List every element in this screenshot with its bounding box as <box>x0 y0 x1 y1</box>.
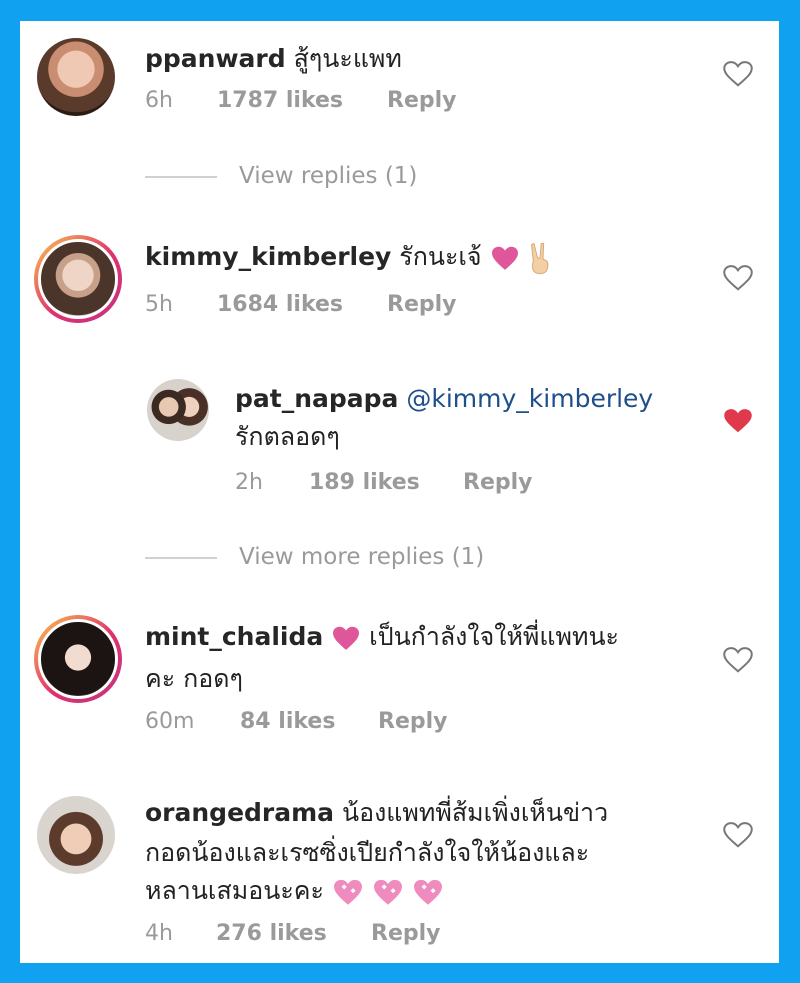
view-replies-link[interactable]: View replies (1) <box>145 163 417 189</box>
mention-link[interactable]: @kimmy_kimberley <box>406 384 653 413</box>
username[interactable]: ppanward <box>145 44 286 73</box>
likes-count[interactable]: 84 likes <box>240 709 335 734</box>
timestamp: 2h <box>235 470 263 495</box>
timestamp: 60m <box>145 709 195 734</box>
comment-text-line-3: หลานเสมอนะคะ <box>145 876 324 905</box>
avatar[interactable] <box>147 379 209 441</box>
divider-line <box>145 556 217 559</box>
avatar <box>38 619 118 699</box>
comment-text: รักตลอดๆ <box>235 422 340 451</box>
username[interactable]: kimmy_kimberley <box>145 242 391 271</box>
reply-button[interactable]: Reply <box>463 470 533 495</box>
comment-text-line-2: คะ กอดๆ <box>145 664 243 693</box>
timestamp: 4h <box>145 921 173 946</box>
likes-count[interactable]: 276 likes <box>216 921 327 946</box>
victory-hand-emoji <box>531 242 549 275</box>
avatar[interactable] <box>37 796 115 874</box>
reply-button[interactable]: Reply <box>387 292 457 317</box>
comment-text-line-1: เป็นกำลังใจให้พี่แพทนะ <box>369 622 619 651</box>
avatar <box>38 239 118 319</box>
timestamp: 6h <box>145 88 173 113</box>
heart-filled-icon[interactable] <box>723 407 753 435</box>
heart-outline-icon[interactable] <box>723 264 753 292</box>
comment-text: รักนะเจ้ <box>399 242 482 271</box>
reply-button[interactable]: Reply <box>387 88 457 113</box>
heart-outline-icon[interactable] <box>723 821 753 849</box>
likes-count[interactable]: 189 likes <box>309 470 420 495</box>
avatar-story-ring[interactable] <box>34 615 122 703</box>
sparkling-heart-emoji <box>333 879 362 905</box>
heart-outline-icon[interactable] <box>723 646 753 674</box>
timestamp: 5h <box>145 292 173 317</box>
pink-heart-emoji <box>333 626 360 650</box>
username[interactable]: pat_napapa <box>235 384 398 413</box>
comment-text: สู้ๆนะแพท <box>293 44 402 73</box>
comments-panel: ppanward สู้ๆนะแพท 6h 1787 likes Reply V… <box>20 21 779 963</box>
comment-text-line-1: น้องแพทพี่ส้มเพิ่งเห็นข่าว <box>342 798 609 827</box>
likes-count[interactable]: 1787 likes <box>217 88 343 113</box>
divider-line <box>145 175 217 178</box>
sparkling-heart-emoji <box>413 879 442 905</box>
heart-outline-icon[interactable] <box>723 60 753 88</box>
likes-count[interactable]: 1684 likes <box>217 292 343 317</box>
reply-button[interactable]: Reply <box>371 921 441 946</box>
username[interactable]: orangedrama <box>145 798 334 827</box>
view-more-replies-link[interactable]: View more replies (1) <box>145 544 484 570</box>
username[interactable]: mint_chalida <box>145 622 323 651</box>
avatar-story-ring[interactable] <box>34 235 122 323</box>
pink-heart-emoji <box>491 246 518 270</box>
avatar[interactable] <box>37 38 115 116</box>
comment-text-line-2: กอดน้องและเรซซิ่งเปียกำลังใจให้น้องและ <box>145 838 590 867</box>
reply-button[interactable]: Reply <box>378 709 448 734</box>
sparkling-heart-emoji <box>373 879 402 905</box>
